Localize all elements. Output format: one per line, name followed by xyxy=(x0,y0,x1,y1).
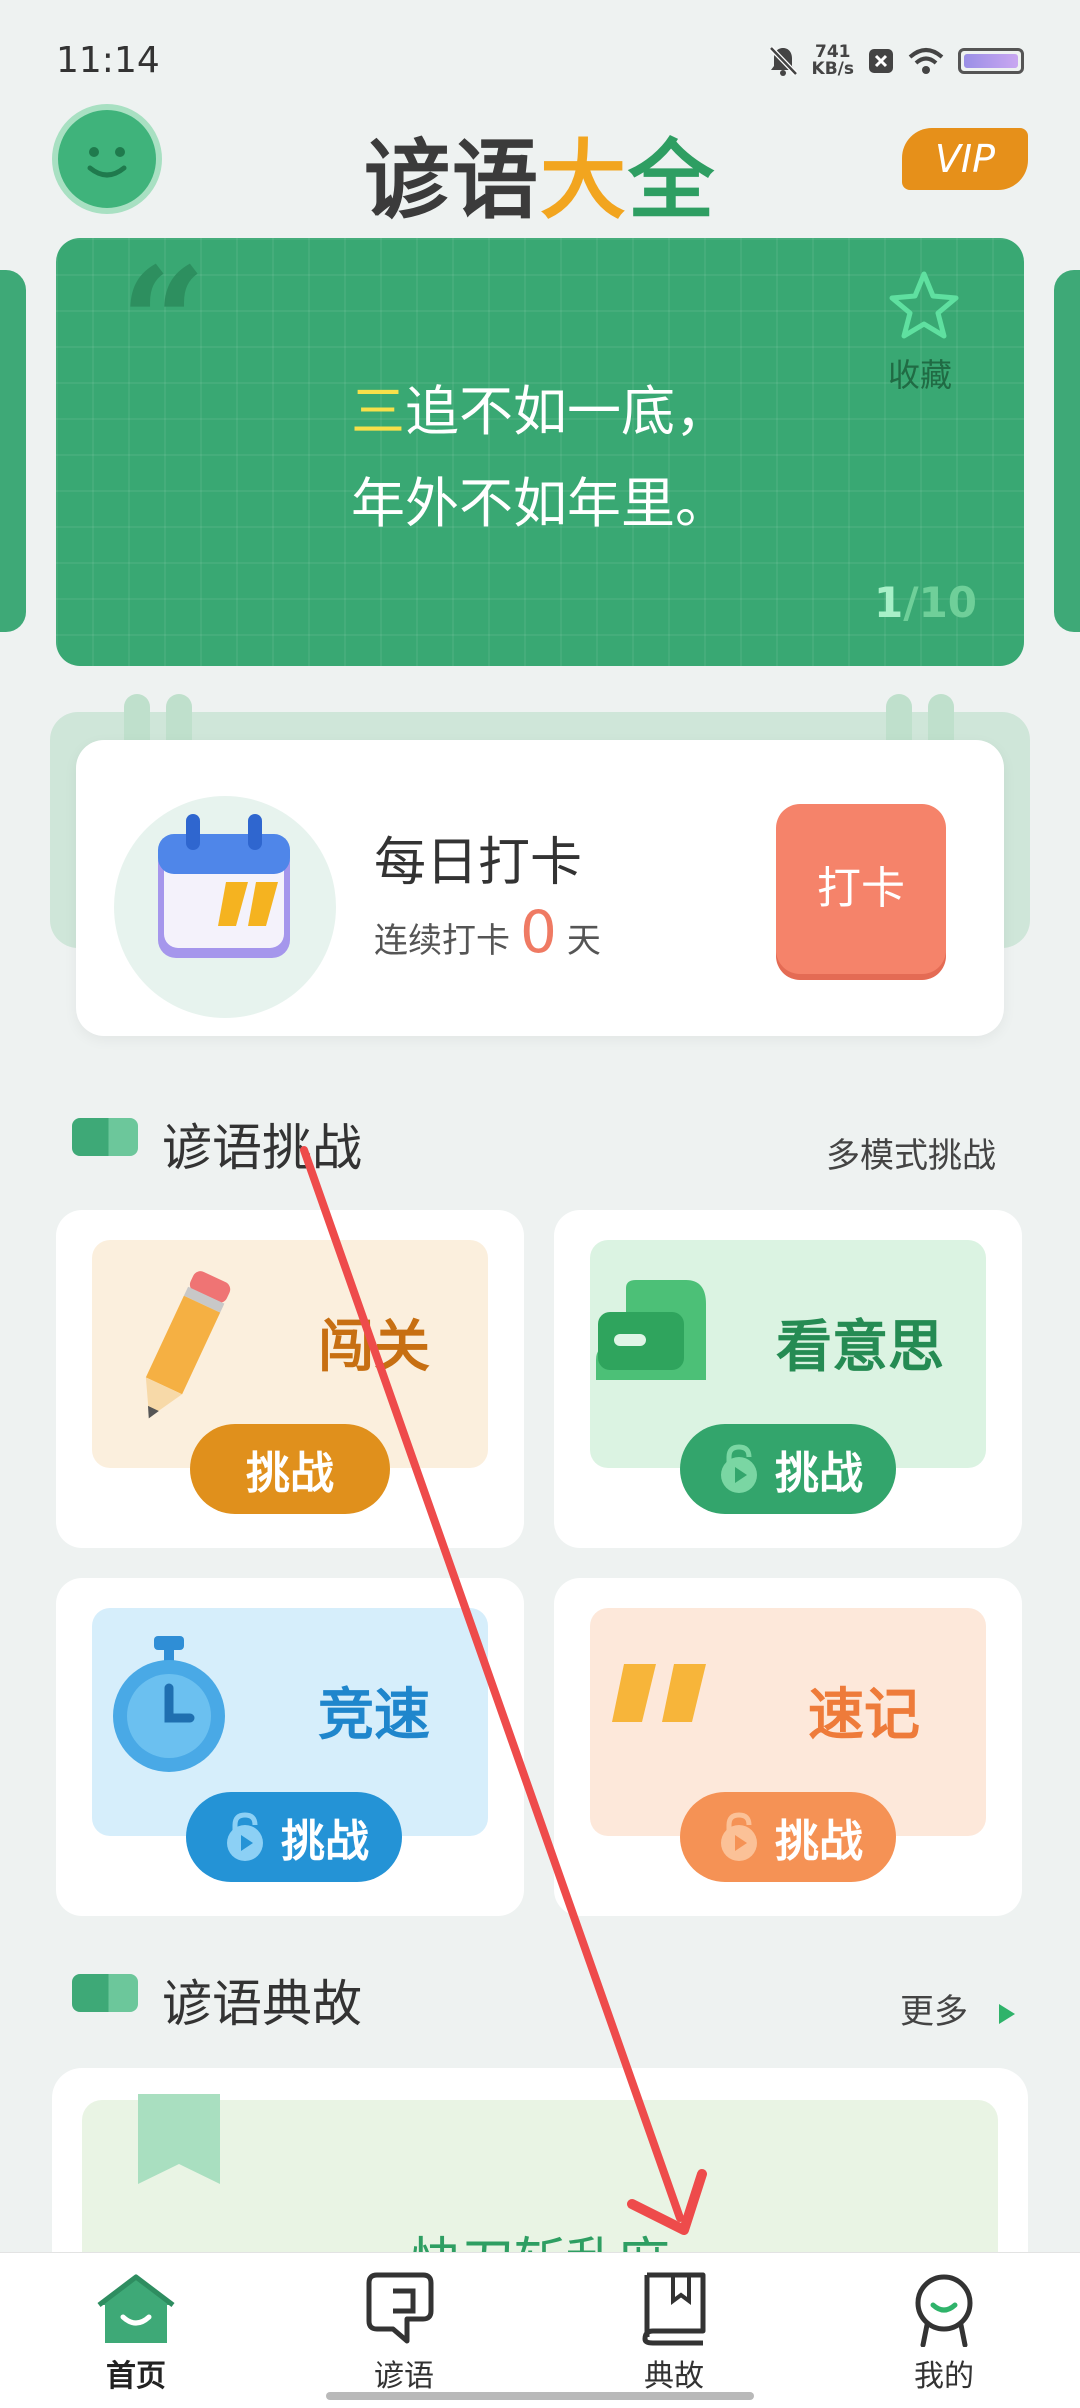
challenge-label: 速记 xyxy=(808,1683,920,1748)
challenge-section-title: 谚语挑战 xyxy=(162,1119,362,1177)
stopwatch-icon xyxy=(113,1636,225,1772)
star-icon[interactable] xyxy=(886,268,962,344)
bottom-nav: 首页 谚语 典故 我的 xyxy=(0,2252,1080,2408)
challenge-button[interactable]: 挑战 xyxy=(190,1424,390,1514)
proverb-text: 三追不如一底， 年外不如年里。 xyxy=(351,380,729,535)
nav-home[interactable]: 首页 xyxy=(36,2271,236,2395)
carousel-next-card[interactable] xyxy=(1054,270,1080,632)
page-counter: 1/10 xyxy=(874,578,978,627)
proverb-icon xyxy=(366,2272,434,2344)
lock-icon xyxy=(227,1812,263,1861)
challenge-label: 看意思 xyxy=(776,1315,944,1380)
net-speed: 741 KB/s xyxy=(811,42,854,79)
close-box-icon xyxy=(869,49,893,73)
battery-icon xyxy=(958,48,1024,74)
lock-icon xyxy=(721,1444,757,1493)
checkin-title: 每日打卡 xyxy=(374,833,583,893)
challenge-label: 竞速 xyxy=(318,1683,430,1748)
chat-bubble-icon xyxy=(596,1280,706,1380)
challenge-tile-levels[interactable]: 闯关 挑战 xyxy=(56,1210,524,1548)
wifi-icon xyxy=(908,48,944,74)
status-icons: 741 KB/s xyxy=(768,44,1024,78)
home-indicator[interactable] xyxy=(326,2392,754,2400)
lock-icon xyxy=(721,1812,757,1861)
more-stories-link[interactable]: 更多 xyxy=(900,1984,1019,2033)
multi-mode-challenge-link[interactable]: 多模式挑战 xyxy=(826,1128,996,1177)
challenge-tile-meaning[interactable]: 看意思 挑战 xyxy=(554,1210,1022,1548)
section-indicator xyxy=(72,1974,138,2012)
play-arrow-icon xyxy=(998,2003,1015,2024)
challenge-label: 闯关 xyxy=(318,1315,430,1380)
challenge-button[interactable]: 挑战 xyxy=(680,1424,896,1514)
bookmark-icon xyxy=(138,2094,220,2184)
section-indicator xyxy=(72,1118,138,1156)
mute-bell-icon xyxy=(768,46,798,76)
proverb-card[interactable]: “ 收藏 三追不如一底， 年外不如年里。 1/10 xyxy=(56,238,1024,666)
home-icon xyxy=(97,2274,175,2343)
calendar-icon xyxy=(158,814,290,958)
challenge-button[interactable]: 挑战 xyxy=(680,1792,896,1882)
checkin-button[interactable]: 打卡 xyxy=(776,804,946,974)
story-section-title: 谚语典故 xyxy=(162,1975,362,2033)
vip-button[interactable]: VIP xyxy=(902,128,1028,190)
quote-mark-icon xyxy=(612,1664,706,1722)
profile-icon xyxy=(915,2274,973,2347)
challenge-button[interactable]: 挑战 xyxy=(186,1792,402,1882)
status-time: 11:14 xyxy=(56,40,160,81)
nav-profile[interactable]: 我的 xyxy=(844,2271,1044,2395)
challenge-tile-memorize[interactable]: 速记 挑战 xyxy=(554,1578,1022,1916)
nav-proverbs[interactable]: 谚语 xyxy=(304,2271,504,2395)
carousel-prev-card[interactable] xyxy=(0,270,26,632)
pencil-icon xyxy=(145,1271,231,1419)
book-icon xyxy=(642,2272,706,2346)
challenge-tile-speed[interactable]: 竞速 挑战 xyxy=(56,1578,524,1916)
checkin-streak: 连续打卡 0 天 xyxy=(374,898,601,966)
checkin-card: 每日打卡 连续打卡 0 天 打卡 xyxy=(76,740,1004,1036)
nav-stories[interactable]: 典故 xyxy=(574,2271,774,2395)
